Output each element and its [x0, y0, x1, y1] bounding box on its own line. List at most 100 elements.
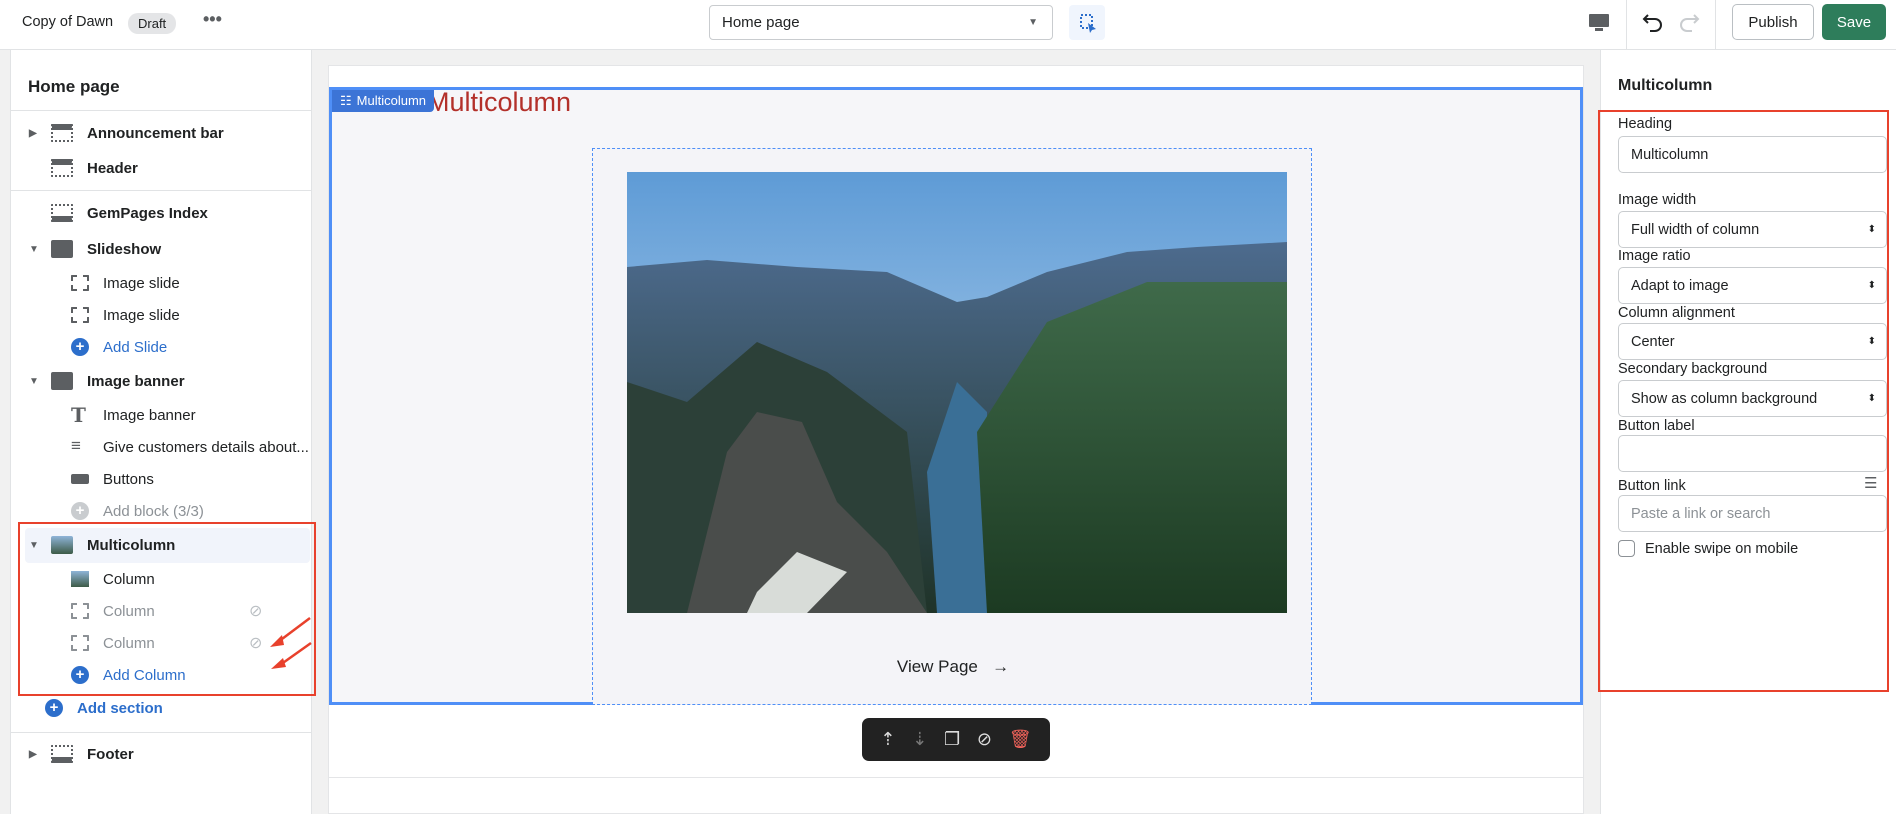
plus-circle-icon: + [71, 502, 89, 520]
eye-off-icon[interactable]: ⊘ [249, 633, 262, 653]
selection-tag[interactable]: ☷ Multicolumn [332, 90, 435, 112]
chevron-down-icon: ▼ [1028, 17, 1038, 28]
duplicate-icon[interactable]: ❐ [944, 729, 960, 750]
item-label: Give customers details about... [103, 438, 309, 456]
view-page-label: View Page [896, 657, 978, 676]
view-page-link[interactable]: View Page → [593, 657, 1313, 677]
sidebar-item-slideshow[interactable]: ▼ Slideshow [11, 234, 311, 264]
sidebar-title: Home page [28, 77, 120, 96]
item-label: Footer [87, 745, 134, 763]
item-label: Add Slide [103, 338, 168, 356]
item-label: Slideshow [87, 240, 162, 258]
move-down-icon[interactable]: ⇣ [912, 729, 927, 750]
sidebar-item-buttons[interactable]: Buttons [11, 464, 311, 494]
column-block[interactable]: View Page → [592, 148, 1312, 705]
more-icon[interactable]: ••• [203, 9, 222, 30]
plus-circle-icon: + [71, 338, 89, 356]
block-frame-icon [71, 307, 89, 323]
item-label: Add block (3/3) [103, 502, 204, 520]
page-select[interactable]: Home page ▼ [709, 5, 1053, 40]
button-label-label: Button label [1618, 418, 1695, 434]
sidebar-item-image-slide[interactable]: Image slide [11, 300, 311, 330]
item-label: Add section [77, 699, 163, 717]
heading-value: Multicolumn [1631, 146, 1709, 163]
image-icon [51, 372, 73, 390]
button-link-label: Button link [1618, 478, 1686, 494]
button-link-input[interactable]: Paste a link or search [1618, 495, 1887, 532]
item-label: Image banner [103, 406, 196, 424]
block-frame-icon [71, 635, 89, 651]
image-ratio-select[interactable]: Adapt to image ⬍ [1618, 267, 1887, 304]
section-icon [51, 124, 73, 142]
caret-down-icon: ▼ [29, 243, 39, 255]
block-toolbar: ⇡ ⇣ ❐ ⊘ 🗑 [862, 718, 1050, 761]
item-label: Multicolumn [87, 536, 176, 554]
block-frame-icon [71, 275, 89, 291]
sidebar-item-footer[interactable]: ▶ Footer [11, 739, 311, 769]
item-label: Column [103, 634, 155, 652]
image-icon [51, 240, 73, 258]
sidebar-item-image-banner[interactable]: ▼ Image banner [11, 366, 311, 396]
publish-button[interactable]: Publish [1732, 4, 1814, 40]
item-label: Image slide [103, 306, 180, 324]
section-icon [51, 159, 73, 177]
top-bar: Copy of Dawn Draft ••• Home page ▼ Publi… [0, 0, 1896, 50]
item-label: Column [103, 570, 155, 588]
multicolumn-section[interactable]: Multicolumn ☷ Multicolumn View Page → [329, 87, 1583, 705]
sidebar-item-heading-block[interactable]: T Image banner [11, 400, 311, 430]
plus-circle-icon: + [45, 699, 63, 717]
eye-off-icon[interactable]: ⊘ [977, 729, 992, 750]
sidebar-item-announcement-bar[interactable]: ▶ Announcement bar [11, 118, 311, 148]
trash-icon[interactable]: 🗑 [1009, 729, 1032, 750]
column-image [627, 172, 1287, 613]
select-arrows-icon: ⬍ [1867, 393, 1876, 404]
add-column-button[interactable]: + Add Column [11, 660, 311, 690]
sidebar-item-multicolumn[interactable]: ▼ Multicolumn [11, 530, 311, 560]
item-label: GemPages Index [87, 204, 208, 222]
caret-down-icon: ▼ [29, 375, 39, 387]
heading-label: Heading [1618, 116, 1673, 132]
undo-icon[interactable] [1640, 8, 1666, 34]
item-label: Add Column [103, 666, 186, 684]
secondary-background-select[interactable]: Show as column background ⬍ [1618, 380, 1887, 417]
section-icon: ☷ [340, 93, 352, 108]
selection-tag-label: Multicolumn [356, 93, 427, 108]
sidebar-item-text-block[interactable]: ≡ Give customers details about... [11, 432, 311, 462]
heading-input[interactable]: Multicolumn [1618, 136, 1887, 173]
inspector-toggle[interactable] [1069, 5, 1105, 40]
section-icon [51, 745, 73, 763]
block-frame-icon [71, 603, 89, 619]
sidebar-item-column[interactable]: Column [11, 564, 311, 594]
item-label: Image banner [87, 372, 185, 390]
add-section-button[interactable]: + Add section [11, 693, 311, 723]
select-arrows-icon: ⬍ [1867, 280, 1876, 291]
sidebar-item-header[interactable]: Header [11, 153, 311, 183]
eye-off-icon[interactable]: ⊘ [249, 601, 262, 621]
sidebar-item-image-slide[interactable]: Image slide [11, 268, 311, 298]
arrow-right-icon: → [992, 657, 1010, 676]
select-arrows-icon: ⬍ [1867, 224, 1876, 235]
theme-name: Copy of Dawn [22, 14, 114, 30]
secondary-background-label: Secondary background [1618, 361, 1768, 377]
dynamic-source-icon[interactable]: ☰ [1864, 474, 1877, 492]
move-up-icon[interactable]: ⇡ [880, 729, 895, 750]
redo-icon[interactable] [1676, 8, 1702, 34]
swipe-checkbox[interactable] [1618, 540, 1635, 557]
select-cursor-icon [1080, 14, 1096, 33]
column-alignment-select[interactable]: Center ⬍ [1618, 323, 1887, 360]
image-width-select[interactable]: Full width of column ⬍ [1618, 211, 1887, 248]
swipe-checkbox-row[interactable]: Enable swipe on mobile [1618, 540, 1798, 557]
button-label-input[interactable] [1618, 435, 1887, 472]
section-icon [51, 204, 73, 222]
thumbnail-icon [71, 571, 89, 587]
button-icon [71, 474, 89, 484]
desktop-icon[interactable] [1588, 13, 1610, 33]
item-label: Buttons [103, 470, 154, 488]
save-button[interactable]: Save [1822, 4, 1886, 40]
add-slide-button[interactable]: + Add Slide [11, 332, 311, 362]
column-alignment-label: Column alignment [1618, 305, 1735, 321]
image-ratio-value: Adapt to image [1631, 277, 1729, 294]
caret-right-icon: ▶ [29, 127, 37, 139]
sidebar-item-gempages-index[interactable]: GemPages Index [11, 198, 311, 228]
item-label: Announcement bar [87, 124, 224, 142]
